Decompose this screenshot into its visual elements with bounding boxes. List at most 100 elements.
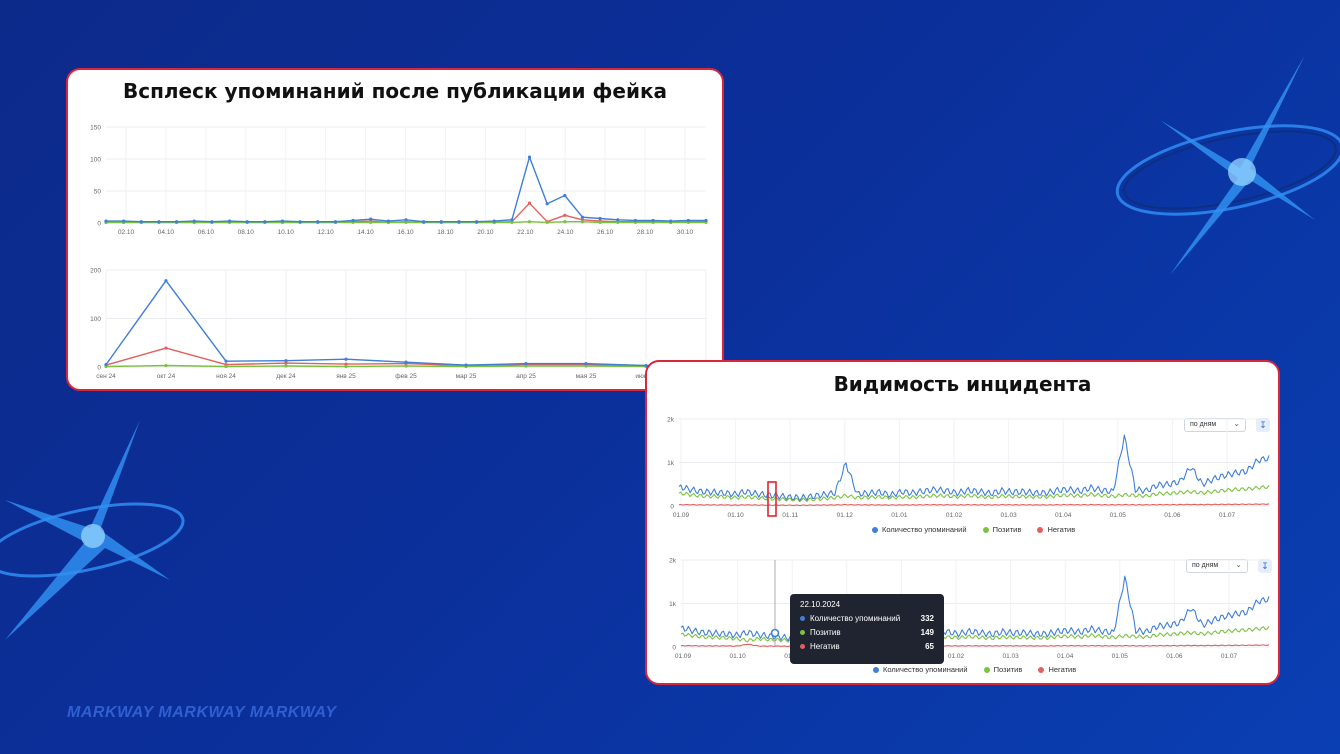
data-point[interactable]: [598, 216, 602, 221]
data-point[interactable]: [280, 219, 285, 223]
data-point[interactable]: [227, 219, 232, 223]
data-point[interactable]: [422, 220, 426, 224]
tooltip-row-positive: Позитив 149: [800, 628, 934, 637]
data-point[interactable]: [510, 218, 514, 222]
data-point[interactable]: [369, 217, 373, 221]
data-point[interactable]: [545, 220, 549, 224]
data-point[interactable]: [474, 220, 479, 224]
data-point[interactable]: [524, 362, 528, 366]
data-point[interactable]: [616, 218, 620, 222]
line-chart-daily: 150 100 50 0 02.10 04.10 06.10 08.10 10.10 12.10 1…: [90, 125, 708, 236]
y-tick-label: 2k: [669, 558, 677, 565]
x-tick-label: 01.09: [675, 653, 692, 660]
chart-legend: Количество упоминаний Позитив Негатив: [873, 665, 1090, 674]
line-chart-visibility-hover: 2k1k001.0901.1001.1101.1201.0101.0201.03…: [669, 558, 1270, 660]
legend-item-negative[interactable]: Негатив: [1038, 665, 1076, 674]
x-tick-label: 01.04: [1055, 512, 1072, 519]
x-tick-label: 01.04: [1057, 653, 1074, 660]
data-point[interactable]: [333, 220, 338, 224]
data-point[interactable]: [351, 218, 355, 223]
x-tick-label: 01.02: [948, 653, 965, 660]
data-point[interactable]: [224, 359, 228, 363]
data-point[interactable]: [316, 220, 320, 224]
data-point[interactable]: [104, 362, 108, 367]
data-point[interactable]: [157, 220, 161, 224]
data-point[interactable]: [598, 220, 602, 224]
data-point[interactable]: [563, 213, 567, 217]
data-point[interactable]: [633, 218, 638, 223]
hover-point[interactable]: [770, 628, 780, 638]
data-point[interactable]: [563, 193, 567, 198]
data-point[interactable]: [686, 218, 690, 223]
data-point[interactable]: [164, 279, 168, 283]
x-tick-label: 01.12: [837, 512, 854, 519]
data-point[interactable]: [527, 220, 532, 224]
data-point[interactable]: [563, 220, 567, 224]
data-point[interactable]: [386, 219, 390, 223]
data-point[interactable]: [122, 219, 126, 223]
data-point[interactable]: [210, 220, 214, 224]
y-tick-label: 0: [97, 365, 101, 372]
x-tick-label: дек 24: [276, 373, 296, 380]
x-tick-label: 01.06: [1166, 653, 1183, 660]
x-tick-label: 01.11: [782, 512, 798, 519]
data-point[interactable]: [439, 220, 443, 224]
x-tick-label: 01.03: [1000, 512, 1017, 519]
y-tick-label: 1k: [667, 460, 675, 467]
x-tick-label: 26.10: [597, 229, 614, 236]
x-tick-label: 18.10: [437, 229, 454, 236]
card-title: Всплеск упоминаний после публикации фейк…: [122, 79, 668, 103]
data-point[interactable]: [584, 362, 588, 366]
data-point[interactable]: [104, 219, 108, 223]
data-point[interactable]: [344, 364, 348, 369]
data-point[interactable]: [527, 201, 532, 205]
legend-item-negative[interactable]: Негатив: [1037, 525, 1075, 534]
data-point[interactable]: [457, 220, 461, 224]
x-tick-label: 01.07: [1221, 653, 1238, 660]
x-tick-label: 01.06: [1164, 512, 1181, 519]
data-point[interactable]: [404, 218, 408, 222]
data-point[interactable]: [580, 220, 585, 224]
data-point[interactable]: [192, 219, 196, 223]
y-tick-label: 0: [97, 221, 101, 228]
data-point[interactable]: [174, 220, 179, 224]
x-tick-label: 30.10: [677, 229, 694, 236]
y-tick-label: 100: [90, 316, 101, 323]
data-point[interactable]: [224, 364, 228, 369]
data-point[interactable]: [404, 360, 408, 364]
x-tick-label: 24.10: [557, 229, 574, 236]
data-point[interactable]: [464, 363, 468, 367]
x-tick-label: 28.10: [637, 229, 654, 236]
star-decoration-right: [1115, 55, 1340, 275]
legend-item-positive[interactable]: Позитив: [983, 665, 1022, 674]
data-point[interactable]: [298, 220, 302, 224]
data-point[interactable]: [492, 219, 496, 223]
x-tick-label: мая 25: [576, 373, 597, 380]
legend-item-mentions[interactable]: Количество упоминаний: [872, 525, 967, 534]
data-point[interactable]: [139, 220, 143, 224]
x-tick-label: 01.05: [1110, 512, 1127, 519]
x-tick-label: 12.10: [318, 229, 335, 236]
legend-item-positive[interactable]: Позитив: [982, 525, 1021, 534]
data-point[interactable]: [545, 202, 549, 206]
data-point[interactable]: [344, 357, 348, 361]
data-point[interactable]: [245, 220, 249, 224]
x-tick-label: 08.10: [238, 229, 255, 236]
data-point[interactable]: [284, 364, 288, 368]
tooltip-row-negative: Негатив 65: [800, 642, 934, 651]
data-point[interactable]: [164, 346, 168, 350]
data-point[interactable]: [164, 363, 168, 368]
data-point[interactable]: [580, 215, 585, 219]
data-point[interactable]: [651, 218, 655, 223]
data-point[interactable]: [669, 219, 673, 223]
legend-item-mentions[interactable]: Количество упоминаний: [873, 665, 968, 674]
x-tick-label: апр 25: [516, 373, 536, 380]
data-point[interactable]: [404, 364, 408, 368]
data-point[interactable]: [284, 359, 288, 363]
x-tick-label: 01.10: [729, 653, 746, 660]
data-point[interactable]: [527, 155, 532, 159]
data-point[interactable]: [263, 220, 267, 224]
x-tick-label: мар 25: [456, 373, 477, 380]
data-point[interactable]: [704, 218, 708, 223]
data-point[interactable]: [369, 220, 373, 224]
